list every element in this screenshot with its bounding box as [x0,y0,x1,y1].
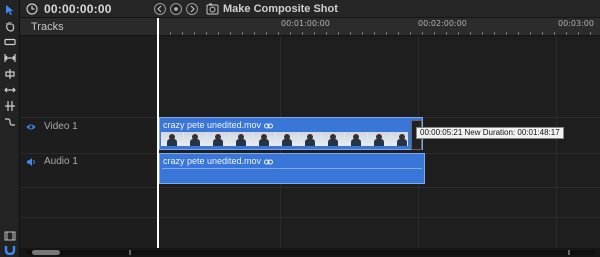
audio-waveform-line [162,168,422,169]
arrow-right-icon [190,5,195,13]
track-name-video-1: Video 1 [44,121,78,132]
ruler-tick [398,32,399,35]
ruler-label: 00:03:00 [558,19,594,28]
ruler-tick [470,32,471,35]
video-clip[interactable]: crazy pete unedited.mov [159,117,423,150]
ruler-tick [254,32,255,35]
filmstrip-frame [345,132,367,146]
ruler-tick [578,32,579,35]
audio-clip[interactable]: crazy pete unedited.mov [159,153,425,184]
trim-duration-tooltip: 00:00:05:21 New Duration: 00:01:48:17 [416,127,564,139]
link-icon [264,123,274,129]
ruler-tick [182,32,183,35]
ruler-tick [302,32,303,35]
ruler-tick [230,32,231,35]
timeline-header: 00:00:00:00 Make Composite Shot [20,0,600,18]
ruler-tick [242,32,243,35]
tracks-label: Tracks [31,21,64,33]
composite-shot-icon[interactable] [206,3,219,15]
ruler-tick [326,32,327,35]
ruler-tick [338,32,339,35]
ruler-tick [314,32,315,35]
time-ruler[interactable]: 00:01:00:00 00:02:00:00 00:03:00 [158,18,600,36]
ruler-label: 00:02:00:00 [418,19,467,28]
filmstrip-frame [207,132,229,146]
make-composite-shot-button[interactable]: Make Composite Shot [223,3,338,15]
ruler-tick [518,32,519,35]
scroll-marker [568,250,570,255]
ruler-tick [494,32,495,35]
ruler-tick [194,32,195,35]
ruler-tick [206,32,207,35]
previous-button[interactable] [154,3,166,15]
ruler-tick [590,32,591,35]
ruler-tick [374,32,375,35]
filmstrip-frame [391,132,408,146]
video-clip-title: crazy pete unedited.mov [163,120,274,130]
magnet-icon[interactable] [4,242,16,256]
filmstrip-frame [161,132,183,146]
horizontal-scrollbar[interactable] [20,248,600,257]
stop-button[interactable] [170,3,182,15]
filmstrip-frame [184,132,206,146]
tool-strip [0,0,20,257]
film-icon[interactable] [4,228,16,241]
eye-icon[interactable] [26,122,36,132]
filmstrip [161,132,408,146]
track-name-audio-1: Audio 1 [44,156,78,167]
next-button[interactable] [186,3,198,15]
ruler-label: 00:01:00:00 [281,19,330,28]
tracks-header: Tracks [20,18,158,36]
roll-icon[interactable] [3,68,17,80]
grid-line [556,36,557,248]
scroll-thumb[interactable] [32,250,60,255]
filmstrip-frame [299,132,321,146]
ruler-tick [278,32,279,35]
ruler-tick [362,32,363,35]
arrow-left-icon [157,5,162,13]
ruler-tick [170,32,171,35]
speaker-icon[interactable] [26,157,36,167]
filmstrip-frame [230,132,252,146]
ruler-tick [458,32,459,35]
current-timecode: 00:00:00:00 [44,2,112,16]
ruler-tick [410,32,411,35]
ruler-tick [446,32,447,35]
clock-icon [26,3,38,15]
link-icon [264,159,274,165]
ruler-tick [350,32,351,35]
filmstrip-frame [368,132,390,146]
ruler-tick [290,32,291,35]
scroll-track[interactable] [26,250,596,255]
razor-icon[interactable] [3,36,17,48]
scroll-marker [129,250,131,255]
filmstrip-frame [322,132,344,146]
filmstrip-frame [253,132,275,146]
ruler-tick [554,32,555,35]
ruler-tick [506,32,507,35]
dot-icon [174,7,178,11]
hand-icon[interactable] [3,20,17,32]
timeline-lane [158,36,600,118]
filmstrip-frame [276,132,298,146]
ruler-tick [482,32,483,35]
ruler-tick [542,32,543,35]
slide-icon[interactable] [3,100,17,112]
ripple-icon[interactable] [3,52,17,64]
ruler-tick [530,32,531,35]
ruler-tick [266,32,267,35]
ruler-tick [386,32,387,35]
audio-clip-title: crazy pete unedited.mov [163,156,274,166]
ruler-tick [434,32,435,35]
slip-icon[interactable] [3,84,17,96]
track-headers: Video 1 Audio 1 [20,36,600,248]
ruler-tick [422,32,423,35]
select-arrow-icon[interactable] [3,4,17,16]
ruler-tick [566,32,567,35]
rate-stretch-icon[interactable] [3,116,17,128]
playhead[interactable] [157,18,159,248]
timeline-lane [158,188,600,218]
ruler-tick [218,32,219,35]
